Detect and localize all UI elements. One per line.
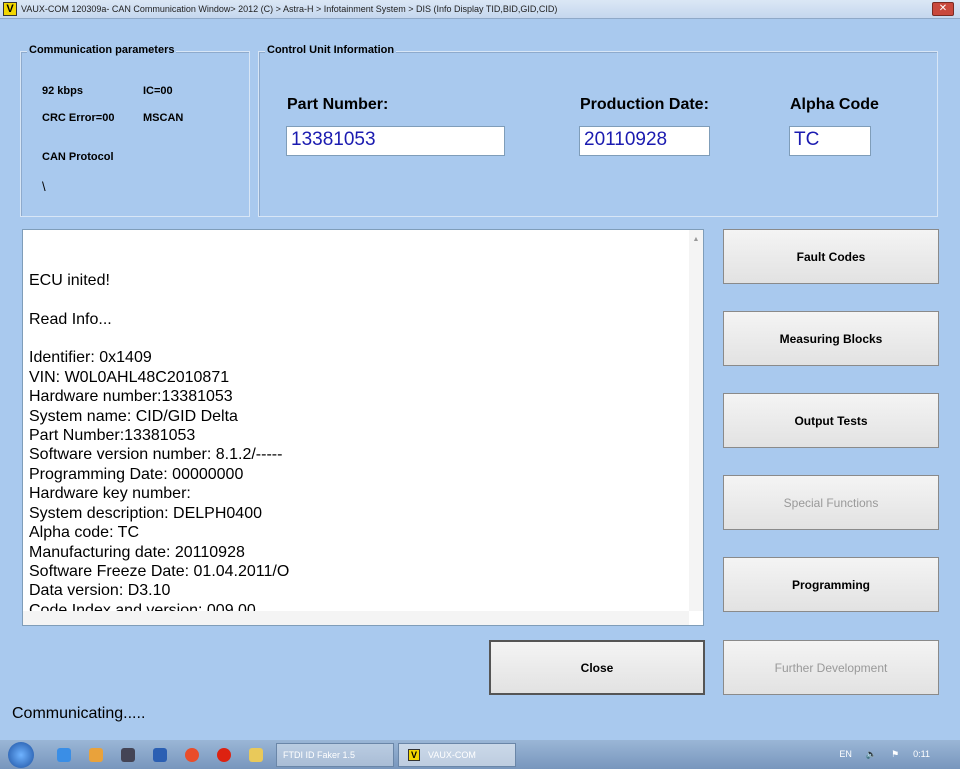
ic-value: IC=00 xyxy=(143,85,173,97)
ie-icon[interactable] xyxy=(57,747,71,762)
fault-codes-button[interactable]: Fault Codes xyxy=(723,229,939,284)
group-label: Communication parameters xyxy=(27,44,177,56)
app-icon[interactable] xyxy=(121,747,135,762)
bus-type: MSCAN xyxy=(143,112,184,124)
window-close-button[interactable]: ✕ xyxy=(932,2,954,16)
taskbar-item-vauxcom[interactable]: V VAUX-COM xyxy=(398,742,516,767)
taskbar-item-ftdi[interactable]: FTDI ID Faker 1.5 xyxy=(276,742,394,767)
title-bar: V VAUX-COM 120309a- CAN Communication Wi… xyxy=(0,0,960,19)
task-label: FTDI ID Faker 1.5 xyxy=(283,749,356,760)
clock[interactable]: 0:11 xyxy=(913,749,930,760)
task-label: VAUX-COM xyxy=(428,749,476,760)
programming-button[interactable]: Programming xyxy=(723,557,939,612)
chrome-icon[interactable] xyxy=(185,747,199,762)
app-logo-icon: V xyxy=(3,2,17,16)
status-text: Communicating..... xyxy=(12,705,146,722)
horizontal-scrollbar[interactable] xyxy=(23,611,689,625)
vauxcom-icon: V xyxy=(408,748,420,761)
close-button[interactable]: Close xyxy=(489,640,705,695)
part-number-label: Part Number: xyxy=(287,96,389,113)
further-development-button[interactable]: Further Development xyxy=(723,640,939,695)
taskbar: FTDI ID Faker 1.5 V VAUX-COM EN 🔈 ⚑ 0:11 xyxy=(0,740,960,769)
log-text: ECU inited! Read Info... Identifier: 0x1… xyxy=(29,271,290,619)
system-tray: EN 🔈 ⚑ 0:11 xyxy=(839,749,930,760)
start-button-icon[interactable] xyxy=(8,741,34,768)
flag-icon[interactable]: ⚑ xyxy=(891,749,899,760)
production-date-field[interactable]: 20110928 xyxy=(579,126,710,156)
part-number-field[interactable]: 13381053 xyxy=(286,126,505,156)
vertical-scrollbar[interactable]: ▲ xyxy=(689,230,703,611)
group-label: Control Unit Information xyxy=(265,44,397,56)
measuring-blocks-button[interactable]: Measuring Blocks xyxy=(723,311,939,366)
language-indicator[interactable]: EN xyxy=(839,749,852,760)
crc-error: CRC Error=00 xyxy=(42,112,115,124)
media-player-icon[interactable] xyxy=(89,747,103,762)
production-date-label: Production Date: xyxy=(580,96,709,113)
alpha-code-field[interactable]: TC xyxy=(789,126,871,156)
alpha-code-label: Alpha Code xyxy=(790,96,879,113)
can-protocol-label: CAN Protocol xyxy=(42,151,114,163)
can-protocol-value: \ xyxy=(42,179,46,194)
save-icon[interactable] xyxy=(153,747,167,762)
special-functions-button[interactable]: Special Functions xyxy=(723,475,939,530)
communication-parameters-group: Communication parameters 92 kbps IC=00 C… xyxy=(20,44,250,217)
control-unit-info-group: Control Unit Information Part Number: 13… xyxy=(258,44,938,217)
baud-rate: 92 kbps xyxy=(42,85,83,97)
window-title: VAUX-COM 120309a- CAN Communication Wind… xyxy=(21,4,558,14)
folder-icon[interactable] xyxy=(249,747,263,762)
opera-icon[interactable] xyxy=(217,747,231,762)
output-tests-button[interactable]: Output Tests xyxy=(723,393,939,448)
volume-icon[interactable]: 🔈 xyxy=(866,749,877,760)
info-log[interactable]: ECU inited! Read Info... Identifier: 0x1… xyxy=(22,229,704,626)
